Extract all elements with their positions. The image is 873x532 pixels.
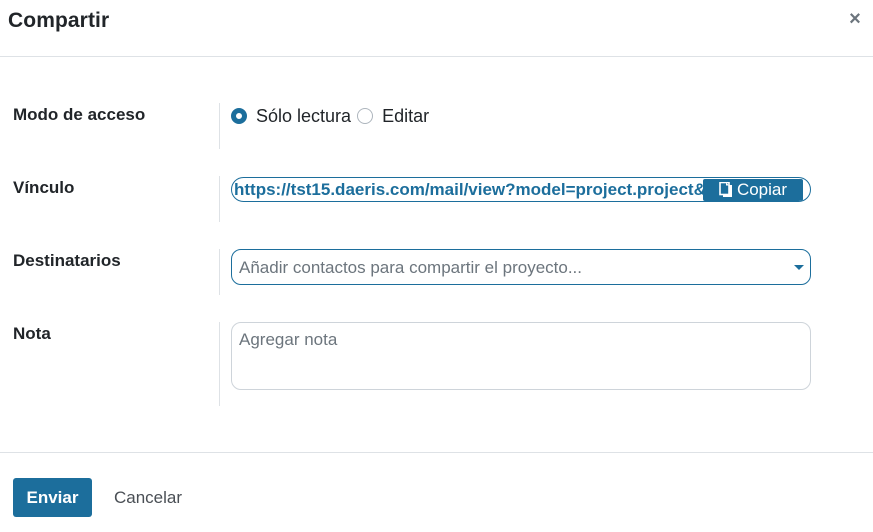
access-mode-radio-group: Sólo lectura Editar xyxy=(231,104,429,128)
note-label: Nota xyxy=(13,324,51,343)
access-mode-label: Modo de acceso xyxy=(13,105,146,124)
radio-edit-circle[interactable] xyxy=(357,108,374,124)
field-divider xyxy=(219,176,220,222)
dialog-title: Compartir xyxy=(8,9,110,32)
link-label: Vínculo xyxy=(13,178,75,197)
chevron-down-icon[interactable] xyxy=(794,265,804,270)
field-divider xyxy=(219,249,220,295)
recipients-label: Destinatarios xyxy=(13,251,121,270)
link-row: Vínculo https://tst15.daeris.com/mail/vi… xyxy=(0,176,873,222)
share-dialog: Compartir × Modo de acceso Sólo lectura … xyxy=(0,0,873,532)
radio-read-only-label: Sólo lectura xyxy=(256,105,352,126)
link-value[interactable]: https://tst15.daeris.com/mail/view?model… xyxy=(234,180,704,200)
note-placeholder: Agregar nota xyxy=(239,330,338,349)
radio-read-only[interactable]: Sólo lectura xyxy=(231,106,351,127)
dialog-header: Compartir × xyxy=(0,0,873,57)
radio-read-only-circle[interactable] xyxy=(231,108,247,124)
link-field[interactable]: https://tst15.daeris.com/mail/view?model… xyxy=(231,177,811,202)
send-button[interactable]: Enviar xyxy=(13,478,92,517)
copy-button[interactable]: Copiar xyxy=(703,179,803,201)
note-row: Nota Agregar nota xyxy=(0,322,873,406)
note-textarea[interactable]: Agregar nota xyxy=(231,322,811,390)
radio-edit-label: Editar xyxy=(382,105,430,126)
field-divider xyxy=(219,103,220,149)
copy-icon xyxy=(719,182,732,197)
access-mode-row: Modo de acceso Sólo lectura Editar xyxy=(0,103,873,149)
field-divider xyxy=(219,322,220,406)
radio-edit[interactable]: Editar xyxy=(357,106,429,127)
recipients-row: Destinatarios Añadir contactos para comp… xyxy=(0,249,873,295)
copy-button-label: Copiar xyxy=(736,180,788,199)
close-icon[interactable]: × xyxy=(846,8,864,30)
dialog-footer: Enviar Cancelar xyxy=(0,452,873,532)
cancel-button[interactable]: Cancelar xyxy=(105,478,191,517)
recipients-placeholder: Añadir contactos para compartir el proye… xyxy=(239,258,582,277)
recipients-select[interactable]: Añadir contactos para compartir el proye… xyxy=(231,249,811,285)
